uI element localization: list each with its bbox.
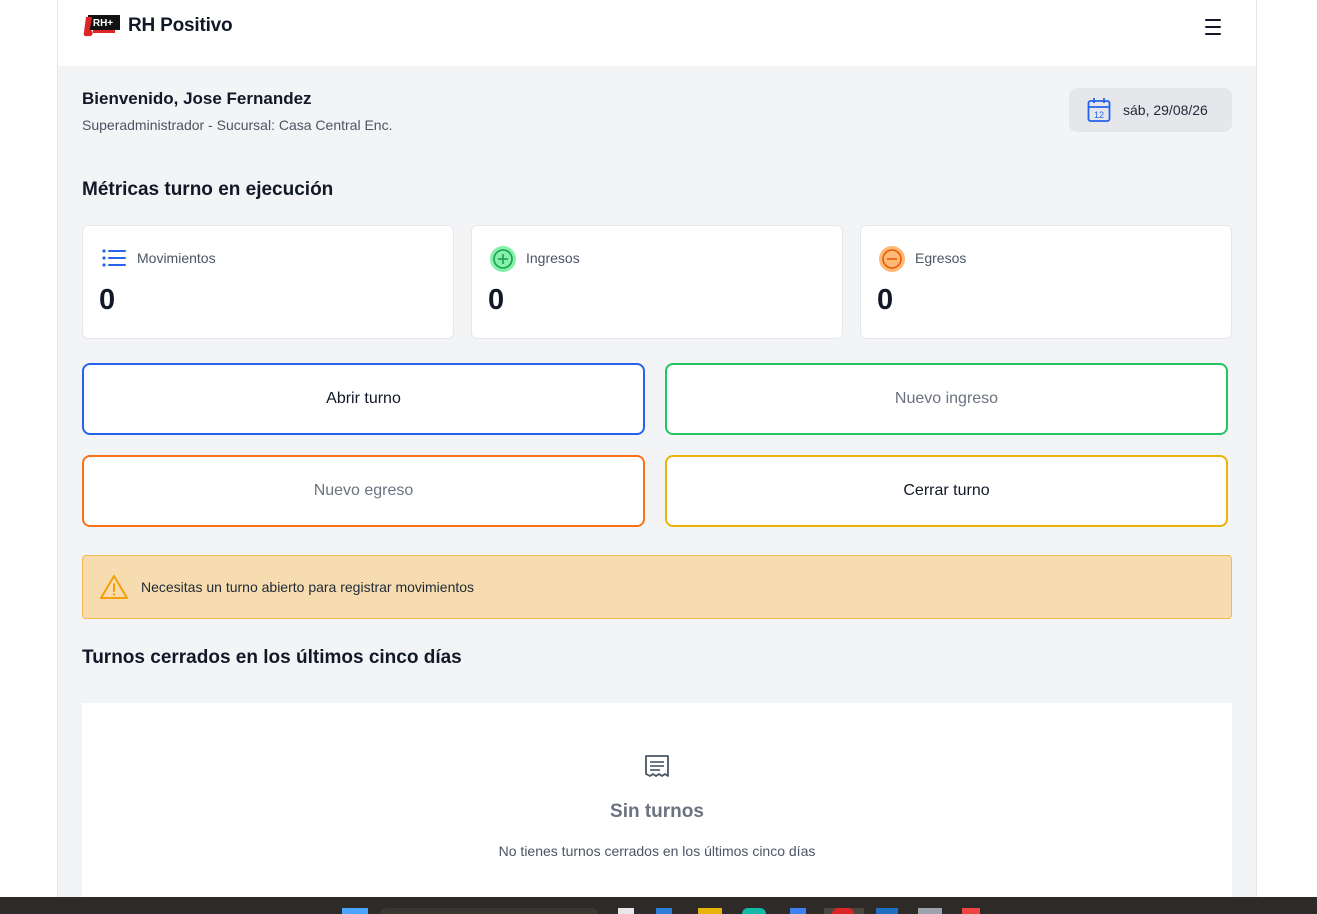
date-badge: 12 sáb, 29/08/26	[1069, 88, 1232, 132]
closed-shifts-title: Turnos cerrados en los últimos cinco día…	[82, 647, 462, 668]
folder-icon[interactable]	[698, 908, 722, 914]
new-income-button[interactable]: Nuevo ingreso	[665, 363, 1228, 435]
warning-icon	[100, 575, 128, 599]
start-menu-icon[interactable]	[342, 908, 368, 914]
shift-required-alert: Necesitas un turno abierto para registra…	[82, 555, 1232, 619]
new-expense-button[interactable]: Nuevo egreso	[82, 455, 645, 527]
metric-value: 0	[877, 284, 894, 316]
list-icon	[102, 249, 126, 267]
empty-state-text: No tienes turnos cerrados en los últimos…	[498, 843, 816, 859]
metric-card-ingresos: Ingresos 0	[471, 225, 843, 339]
svg-text:RH+: RH+	[93, 18, 113, 29]
taskbar-app-icon[interactable]	[876, 908, 898, 914]
metric-card-movimientos: Movimientos 0	[82, 225, 454, 339]
hamburger-icon[interactable]	[1199, 16, 1227, 38]
taskbar-app-icon[interactable]	[790, 908, 806, 914]
top-navbar: RH+ RH Positivo	[58, 0, 1256, 66]
metric-value: 0	[488, 284, 505, 316]
receipt-icon	[645, 755, 669, 777]
metrics-title: Métricas turno en ejecución	[82, 179, 334, 200]
plus-circle-icon	[490, 246, 516, 272]
open-shift-button[interactable]: Abrir turno	[82, 363, 645, 435]
alert-message: Necesitas un turno abierto para registra…	[141, 579, 475, 595]
brand-name[interactable]: RH Positivo	[128, 15, 233, 37]
empty-state-title: Sin turnos	[610, 801, 704, 822]
chrome-icon[interactable]	[832, 908, 854, 914]
metric-label: Movimientos	[137, 250, 216, 266]
metric-card-egresos: Egresos 0	[860, 225, 1232, 339]
app-page: RH+ RH Positivo Bienvenido, Jose Fernand…	[57, 0, 1257, 897]
current-date: sáb, 29/08/26	[1123, 102, 1208, 118]
taskbar-app-icon[interactable]	[742, 908, 766, 914]
welcome-title: Bienvenido, Jose Fernandez	[82, 89, 312, 108]
close-shift-button[interactable]: Cerrar turno	[665, 455, 1228, 527]
taskbar-app-icon[interactable]	[618, 908, 634, 914]
calendar-icon: 12	[1087, 98, 1111, 122]
taskbar-app-icon[interactable]	[962, 908, 980, 914]
taskbar-app-icon[interactable]	[918, 908, 942, 914]
rh-positivo-logo[interactable]: RH+	[83, 12, 121, 38]
metric-label: Ingresos	[526, 250, 580, 266]
minus-circle-icon	[879, 246, 905, 272]
taskbar-app-icon[interactable]	[656, 908, 672, 914]
svg-text:12: 12	[1094, 110, 1104, 120]
metric-label: Egresos	[915, 250, 967, 266]
taskbar-search[interactable]	[380, 908, 598, 914]
metric-value: 0	[99, 284, 116, 316]
user-role-branch: Superadministrador - Sucursal: Casa Cent…	[82, 117, 393, 133]
closed-shifts-empty-state: Sin turnos No tienes turnos cerrados en …	[82, 703, 1232, 897]
